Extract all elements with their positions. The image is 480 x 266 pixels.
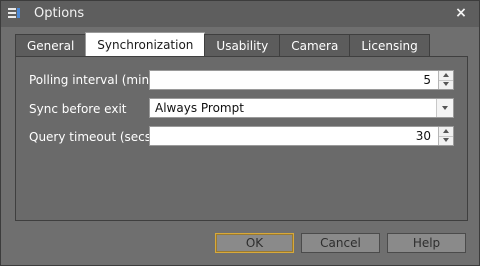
title-bar[interactable]: Options × [1, 1, 479, 27]
help-button[interactable]: Help [387, 233, 466, 253]
tab-licensing[interactable]: Licensing [349, 34, 430, 56]
polling-interval-spinner [438, 71, 453, 89]
window-title: Options [34, 6, 85, 21]
chevron-up-icon [443, 129, 449, 133]
query-timeout-value: 30 [415, 129, 431, 143]
cancel-button[interactable]: Cancel [301, 233, 380, 253]
tab-general[interactable]: General [15, 34, 87, 56]
spin-down-button[interactable] [439, 136, 453, 145]
ok-button[interactable]: OK [215, 233, 294, 253]
tab-camera[interactable]: Camera [279, 34, 351, 56]
chevron-down-icon [442, 106, 448, 110]
tab-strip: General Synchronization Usability Camera… [15, 32, 430, 56]
chevron-down-icon [443, 138, 449, 142]
chevron-down-icon [443, 82, 449, 86]
query-timeout-spinbox[interactable]: 30 [149, 126, 454, 146]
polling-interval-label: Polling interval (mins) [29, 73, 160, 87]
dropdown-button[interactable] [436, 99, 453, 117]
polling-interval-spinbox[interactable]: 5 [149, 70, 454, 90]
query-timeout-label: Query timeout (secs) [29, 130, 156, 144]
tab-synchronization[interactable]: Synchronization [85, 32, 206, 56]
options-dialog: Options × General Synchronization Usabil… [0, 0, 480, 266]
close-icon[interactable]: × [453, 4, 469, 22]
sync-before-exit-select[interactable]: Always Prompt [149, 98, 454, 118]
spin-down-button[interactable] [439, 80, 453, 89]
query-timeout-spinner [438, 127, 453, 145]
chevron-up-icon [443, 73, 449, 77]
tab-usability[interactable]: Usability [204, 34, 281, 56]
sync-before-exit-label: Sync before exit [29, 102, 127, 116]
polling-interval-value: 5 [423, 73, 431, 87]
options-app-icon [8, 8, 20, 20]
sync-before-exit-value: Always Prompt [155, 101, 244, 115]
